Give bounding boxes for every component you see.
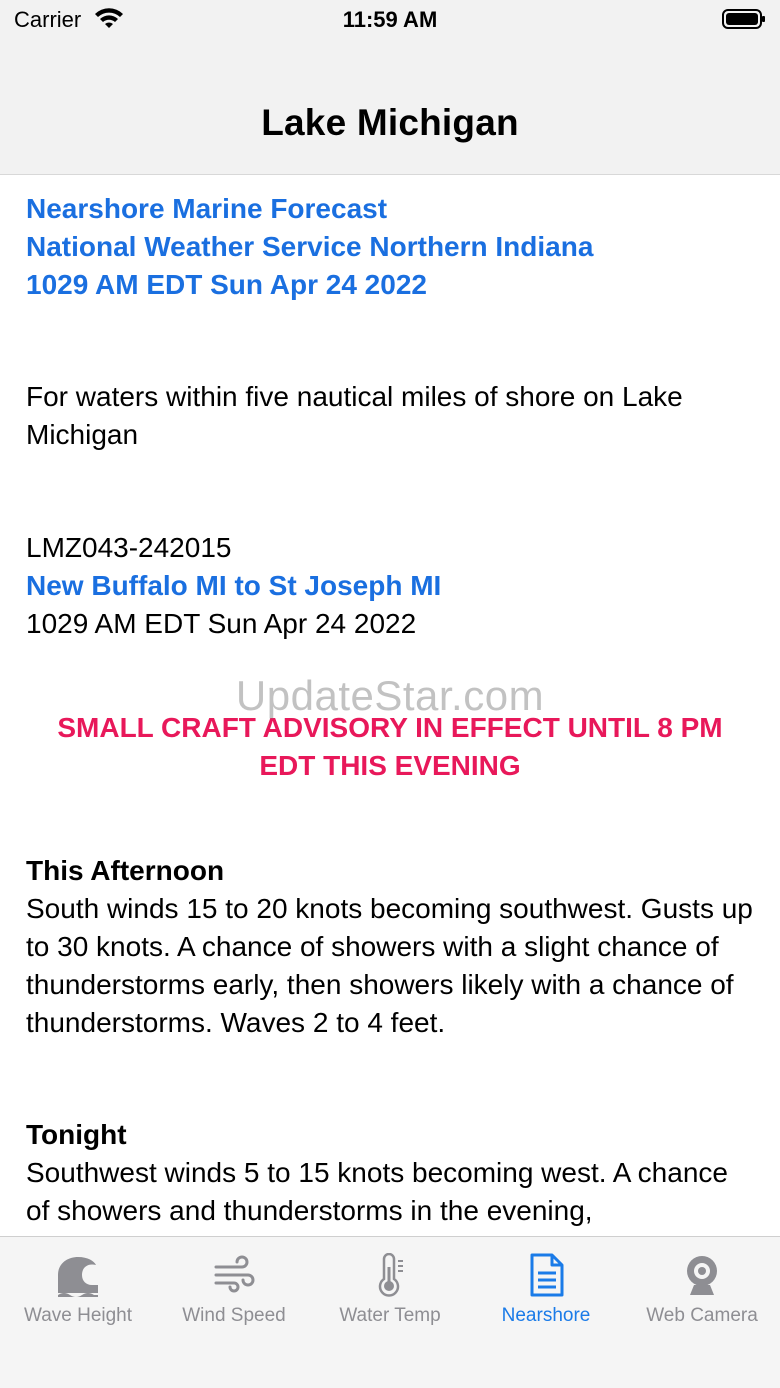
watermark: UpdateStar.com xyxy=(235,672,545,719)
tab-nearshore[interactable]: Nearshore xyxy=(468,1237,624,1388)
zone-code: LMZ043-242015 xyxy=(26,532,232,563)
period-name: Tonight xyxy=(26,1119,127,1150)
period-this-afternoon: This Afternoon South winds 15 to 20 knot… xyxy=(26,852,756,1042)
forecast-header: Nearshore Marine Forecast National Weath… xyxy=(26,190,756,304)
page-title: Lake Michigan xyxy=(261,102,519,143)
webcam-icon xyxy=(687,1256,717,1295)
period-text: South winds 15 to 20 knots becoming sout… xyxy=(26,893,753,1000)
forecast-office: National Weather Service Northern Indian… xyxy=(26,231,594,262)
tab-web-camera[interactable]: Web Camera xyxy=(624,1237,780,1388)
period-text: thunderstorms. Waves 2 to 4 feet. xyxy=(26,1007,446,1038)
tab-water-temp[interactable]: Water Temp xyxy=(312,1237,468,1388)
status-bar: Carrier 11:59 AM xyxy=(0,0,780,44)
period-tonight: Tonight Southwest winds 5 to 15 knots be… xyxy=(26,1116,756,1230)
tab-label: Nearshore xyxy=(501,1305,591,1326)
wind-icon xyxy=(214,1255,255,1293)
forecast-title: Nearshore Marine Forecast xyxy=(26,193,388,224)
forecast-intro: For waters within five nautical miles of… xyxy=(26,381,683,450)
thermometer-icon xyxy=(378,1253,403,1297)
zone-name: New Buffalo MI to St Joseph MI xyxy=(26,570,442,601)
tab-label: Wind Speed xyxy=(182,1305,286,1326)
zone-block: LMZ043-242015 New Buffalo MI to St Josep… xyxy=(26,529,756,643)
tab-bar: Wave Height Wind Speed Water Temp Nearsh… xyxy=(0,1236,780,1388)
tab-label: Water Temp xyxy=(339,1305,441,1326)
document-icon xyxy=(530,1253,564,1297)
battery-icon xyxy=(722,9,765,29)
tab-wind-speed[interactable]: Wind Speed xyxy=(156,1237,312,1388)
tab-label: Wave Height xyxy=(23,1305,133,1326)
period-text: Southwest winds 5 to 15 knots becoming w… xyxy=(26,1157,728,1226)
advisory-banner: SMALL CRAFT ADVISORY IN EFFECT UNTIL 8 P… xyxy=(57,712,723,781)
forecast-issued-time: 1029 AM EDT Sun Apr 24 2022 xyxy=(26,269,427,300)
navigation-bar: Lake Michigan xyxy=(0,44,780,175)
zone-time: 1029 AM EDT Sun Apr 24 2022 xyxy=(26,608,417,639)
wave-icon xyxy=(58,1257,98,1297)
period-name: This Afternoon xyxy=(26,855,225,886)
tab-label: Web Camera xyxy=(646,1305,758,1326)
tab-wave-height[interactable]: Wave Height xyxy=(0,1237,156,1388)
status-time: 11:59 AM xyxy=(342,7,438,32)
